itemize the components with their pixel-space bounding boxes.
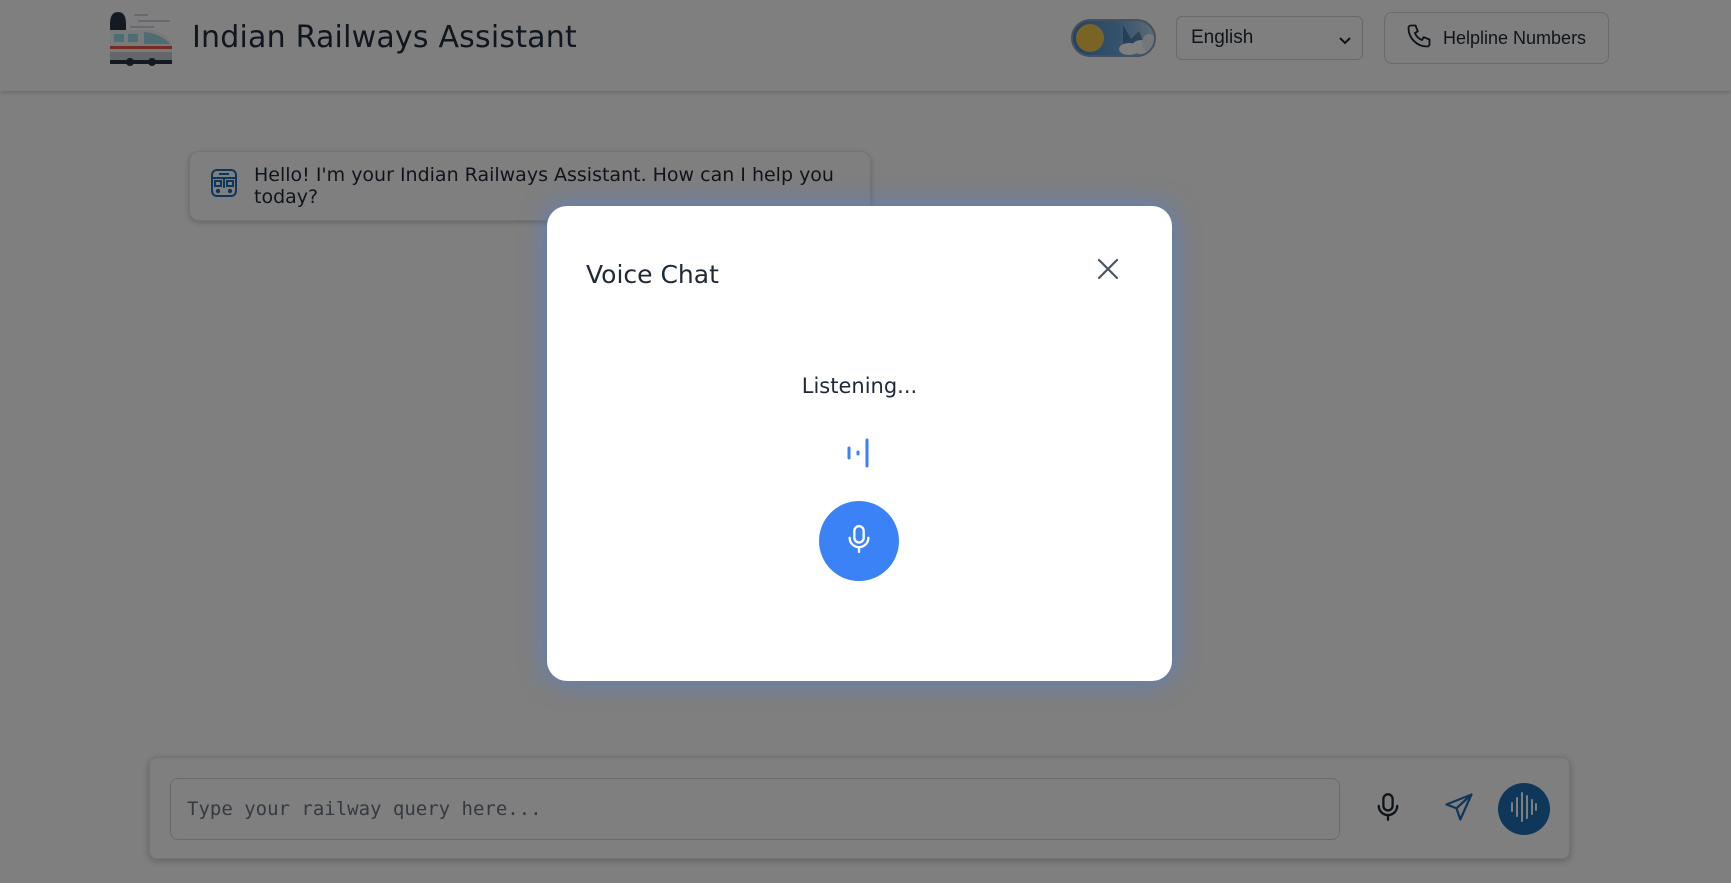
modal-microphone-button[interactable] <box>819 501 899 581</box>
listening-status: Listening... <box>801 374 918 398</box>
audio-level-indicator <box>845 437 875 469</box>
microphone-icon <box>845 523 873 559</box>
voice-chat-modal: Voice Chat Listening... <box>547 206 1172 681</box>
close-icon <box>1097 258 1119 284</box>
modal-title: Voice Chat <box>586 260 719 289</box>
close-button[interactable] <box>1093 256 1123 286</box>
